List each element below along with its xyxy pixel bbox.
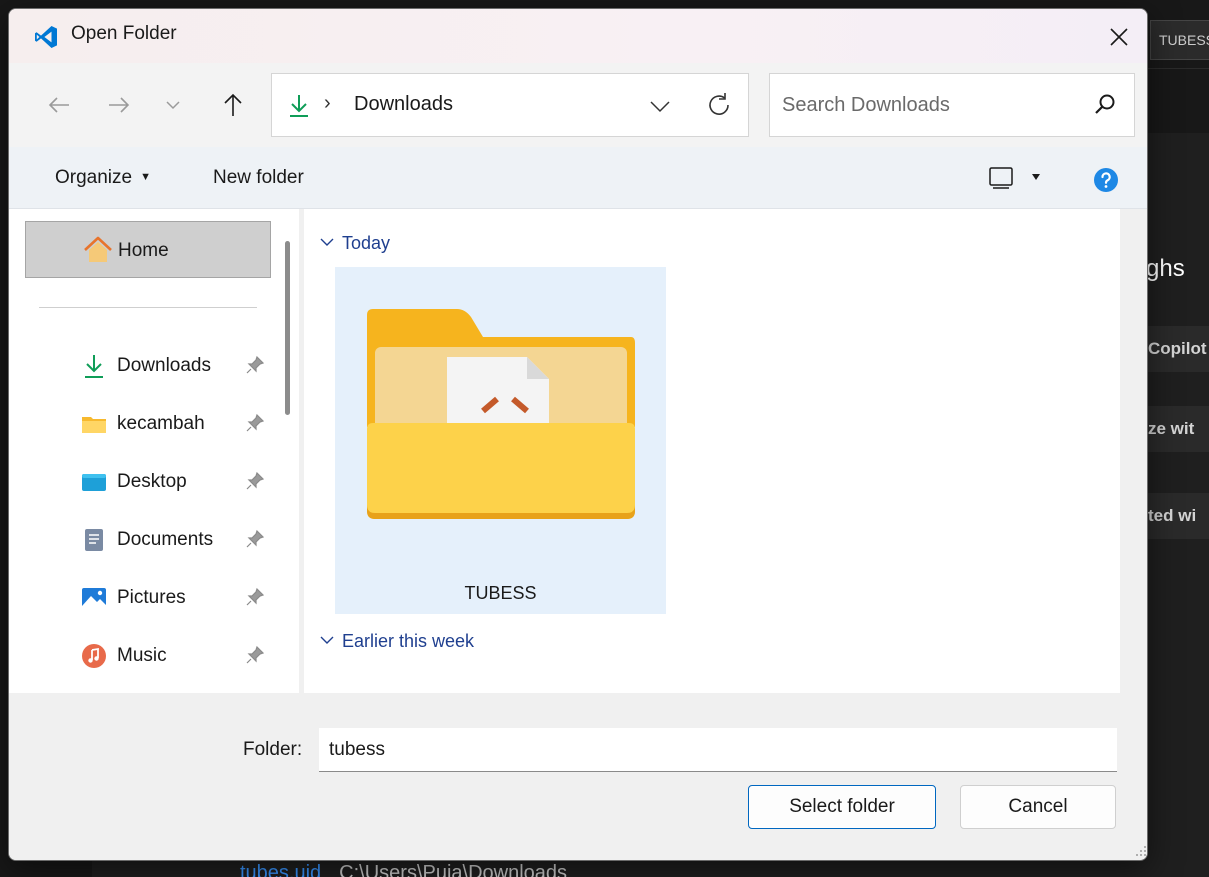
command-bar: Organize ▼ New folder [9, 147, 1147, 209]
dialog-title: Open Folder [71, 23, 177, 44]
nav-item-label: Music [117, 645, 167, 666]
nav-item-home[interactable]: Home [25, 221, 271, 278]
up-arrow-icon [224, 93, 242, 116]
nav-item-label: kecambah [117, 413, 205, 434]
pin-icon[interactable] [245, 645, 265, 665]
refresh-icon[interactable] [704, 90, 734, 120]
welcome-button-started[interactable]: ted wi [1148, 493, 1209, 539]
documents-icon [85, 529, 103, 551]
search-box[interactable] [769, 73, 1135, 137]
search-input[interactable] [782, 88, 1082, 122]
search-icon[interactable] [1092, 92, 1118, 118]
chevron-down-icon [166, 101, 180, 110]
group-header-earlier-this-week[interactable]: Earlier this week [320, 631, 474, 652]
caret-down-icon[interactable] [1031, 173, 1041, 181]
recent-entry-name[interactable]: tubes.uid [240, 862, 321, 877]
nav-item-label: Downloads [117, 355, 211, 376]
file-list-pane: Today TUBESS Earlier this week [304, 209, 1120, 693]
vscode-icon [35, 26, 57, 48]
up-button[interactable] [215, 87, 251, 123]
forward-button[interactable] [101, 87, 137, 123]
close-icon [1110, 28, 1128, 46]
organize-label: Organize [55, 167, 133, 188]
breadcrumb-separator: › [324, 92, 331, 114]
music-icon [82, 644, 106, 668]
download-icon [290, 95, 308, 117]
group-label: Today [342, 233, 391, 253]
chevron-down-icon [320, 636, 334, 644]
recent-entry-path: C:\Users\Puja\Downloads [339, 862, 568, 877]
folder-icon [82, 417, 106, 433]
nav-item-kecambah[interactable]: kecambah [9, 399, 289, 449]
view-pane-icon[interactable] [987, 165, 1015, 191]
recent-locations-button[interactable] [155, 87, 191, 123]
group-label: Earlier this week [342, 631, 475, 651]
select-folder-button[interactable]: Select folder [748, 785, 936, 829]
nav-item-pictures[interactable]: Pictures [9, 573, 289, 623]
navigation-pane: Home Downloads kecambah Desktop Document… [9, 209, 299, 693]
nav-item-desktop[interactable]: Desktop [9, 457, 289, 507]
desktop-icon [82, 474, 106, 491]
caret-down-icon: ▼ [140, 171, 151, 183]
pin-icon[interactable] [245, 471, 265, 491]
address-box[interactable]: › Downloads [271, 73, 749, 137]
nav-scrollbar[interactable] [285, 241, 290, 415]
help-icon[interactable] [1093, 167, 1119, 193]
nav-item-music[interactable]: Music [9, 631, 289, 681]
nav-divider [39, 307, 257, 308]
download-icon [85, 355, 103, 378]
dialog-footer: Folder: Select folder Cancel [9, 693, 1147, 860]
group-header-today[interactable]: Today [320, 233, 390, 254]
pin-icon[interactable] [245, 587, 265, 607]
home-icon [84, 236, 112, 262]
back-arrow-icon [48, 97, 69, 113]
editor-tab[interactable]: TUBESS [1150, 20, 1209, 60]
forward-arrow-icon [109, 97, 130, 113]
folder-item-name: TUBESS [464, 583, 537, 603]
editor-divider [1148, 68, 1209, 69]
folder-item-tubess[interactable]: TUBESS [335, 267, 666, 614]
organize-button[interactable]: Organize ▼ [55, 167, 151, 189]
folder-name-field[interactable] [319, 728, 1117, 772]
back-button[interactable] [41, 87, 77, 123]
pin-icon[interactable] [245, 413, 265, 433]
pin-icon[interactable] [245, 529, 265, 549]
folder-icon [367, 309, 635, 519]
nav-item-label: Home [118, 240, 169, 261]
breadcrumb-downloads[interactable]: Downloads [354, 93, 453, 116]
nav-item-label: Desktop [117, 471, 187, 492]
nav-item-documents[interactable]: Documents [9, 515, 289, 565]
nav-item-downloads[interactable]: Downloads [9, 341, 289, 391]
nav-item-label: Documents [117, 529, 214, 550]
cancel-button[interactable]: Cancel [960, 785, 1116, 829]
welcome-button-copilot[interactable]: Copilot [1148, 326, 1209, 372]
pictures-icon [82, 588, 106, 608]
welcome-button-customize[interactable]: ze wit [1148, 406, 1209, 452]
address-bar-row: › Downloads [9, 63, 1147, 147]
pin-icon[interactable] [245, 355, 265, 375]
dialog-titlebar: Open Folder [9, 9, 1147, 63]
close-button[interactable] [1099, 17, 1139, 57]
recent-entry[interactable]: tubes.uid C:\Users\Puja\Downloads [240, 862, 567, 877]
folder-field-label: Folder: [243, 739, 303, 760]
new-folder-button[interactable]: New folder [213, 167, 304, 189]
chevron-down-icon[interactable] [648, 96, 672, 116]
open-folder-dialog: Open Folder › Downloads Search Downloads… [8, 8, 1148, 861]
nav-item-label: Pictures [117, 587, 186, 608]
resize-grip-icon[interactable] [1135, 845, 1147, 857]
chevron-down-icon [320, 238, 334, 246]
welcome-heading: ghs [1146, 255, 1185, 282]
